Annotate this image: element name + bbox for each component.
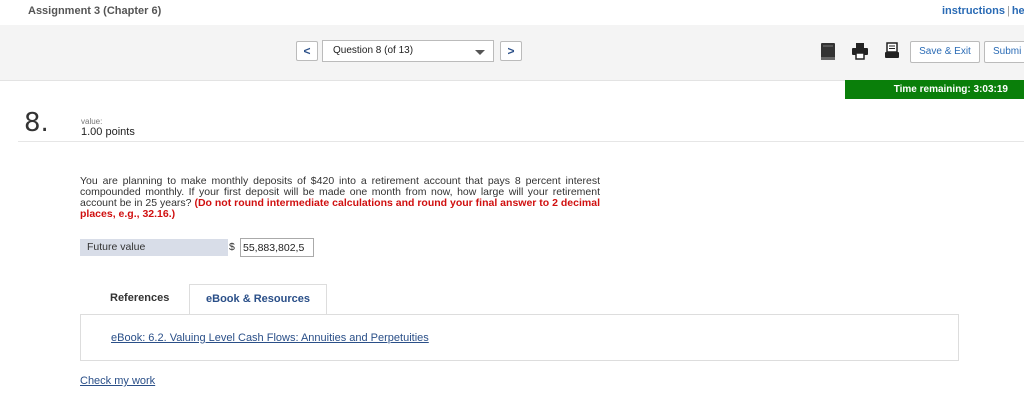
currency-symbol: $ (229, 241, 235, 253)
next-question-button[interactable]: > (500, 41, 522, 61)
question-nav-bar: < Question 8 (of 13) > Save & Exit Submi (0, 25, 1024, 81)
resources-panel: eBook: 6.2. Valuing Level Cash Flows: An… (80, 314, 959, 361)
future-value-input[interactable] (240, 238, 314, 257)
ebook-icon[interactable] (820, 42, 836, 62)
instructions-link[interactable]: instructions (942, 5, 1005, 17)
save-exit-button[interactable]: Save & Exit (910, 41, 980, 63)
question-text: You are planning to make monthly deposit… (80, 176, 600, 220)
print-icon[interactable] (851, 42, 869, 60)
tab-references[interactable]: References (110, 292, 169, 304)
top-links: instructions|hel (942, 5, 1024, 17)
link-separator: | (1006, 5, 1010, 17)
value-label: value: (81, 117, 103, 126)
question-select-value: Question 8 (of 13) (333, 45, 414, 56)
time-remaining-badge: Time remaining: 3:03:19 (845, 80, 1024, 99)
tab-ebook-resources[interactable]: eBook & Resources (189, 284, 327, 315)
assignment-title: Assignment 3 (Chapter 6) (28, 5, 162, 17)
submit-button[interactable]: Submi (984, 41, 1024, 63)
ebook-link[interactable]: eBook: 6.2. Valuing Level Cash Flows: An… (111, 332, 429, 344)
question-number: 8. (24, 108, 49, 138)
divider (18, 141, 1024, 142)
top-bar: Assignment 3 (Chapter 6) instructions | he… (0, 0, 1024, 25)
question-select[interactable]: Question 8 (of 13) (322, 40, 494, 62)
future-value-label: Future value (80, 239, 228, 256)
help-link[interactable]: hel (1012, 5, 1024, 17)
points-value: 1.00 points (81, 126, 135, 138)
chevron-down-icon (475, 50, 485, 55)
printer-alt-icon[interactable] (884, 42, 900, 60)
prev-question-button[interactable]: < (296, 41, 318, 61)
check-my-work-link[interactable]: Check my work (80, 375, 155, 387)
